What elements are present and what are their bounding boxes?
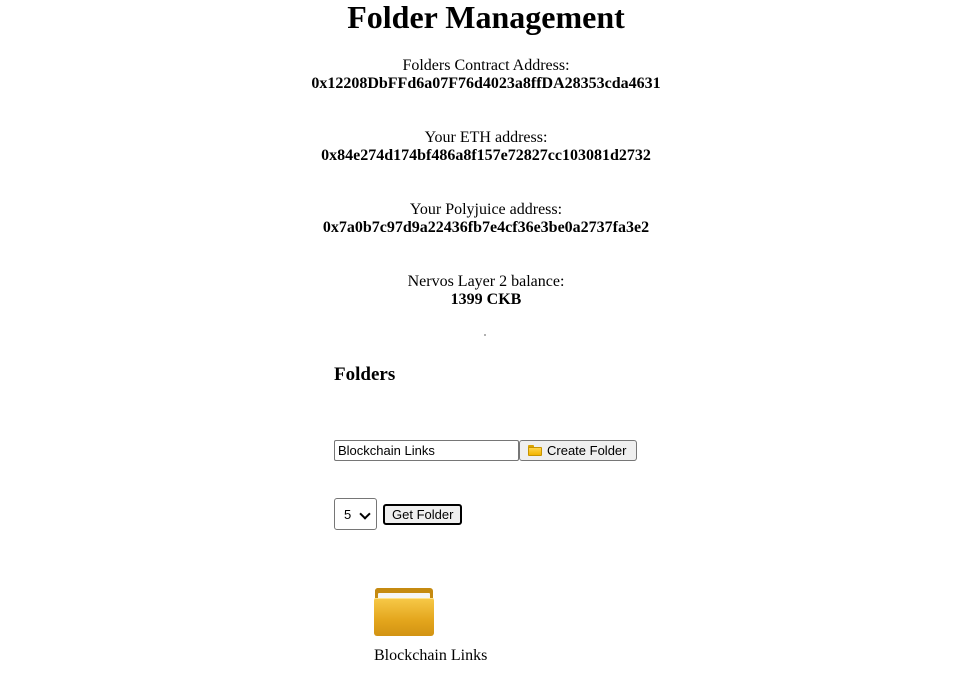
get-folder-button[interactable]: Get Folder	[383, 503, 463, 525]
balance-block: Nervos Layer 2 balance: 1399 CKB	[0, 273, 972, 309]
divider-dot	[484, 334, 486, 336]
polyjuice-address-label: Your Polyjuice address:	[409, 201, 563, 218]
eth-address-value: 0x84e274d174bf486a8f157e72827cc103081d27…	[321, 147, 651, 164]
chevron-down-icon	[359, 508, 371, 520]
folder-icon	[528, 445, 542, 456]
folder-id-selected-value: 5	[344, 506, 352, 522]
create-folder-label: Create Folder	[547, 443, 627, 458]
folder-id-select[interactable]: 5	[334, 498, 377, 530]
polyjuice-address-value: 0x7a0b7c97d9a22436fb7e4cf36e3be0a2737fa3…	[322, 219, 650, 236]
folders-heading: Folders	[334, 364, 396, 385]
balance-label: Nervos Layer 2 balance:	[407, 273, 565, 290]
get-folder-row: 5 Get Folder	[334, 498, 463, 530]
contract-address-block: Folders Contract Address: 0x12208DbFFd6a…	[0, 57, 972, 93]
eth-address-label: Your ETH address:	[424, 129, 548, 146]
create-folder-button[interactable]: Create Folder	[519, 440, 637, 461]
get-folder-label: Get Folder	[392, 506, 454, 522]
balance-value: 1399 CKB	[450, 291, 522, 308]
folder-name-input[interactable]: Blockchain Links	[334, 440, 519, 461]
page-title: Folder Management	[347, 0, 625, 35]
folder-icon	[374, 588, 434, 636]
create-folder-row: Blockchain Links Create Folder	[334, 440, 637, 461]
folder-item-name: Blockchain Links	[374, 647, 488, 664]
contract-address-label: Folders Contract Address:	[402, 57, 570, 74]
polyjuice-address-block: Your Polyjuice address: 0x7a0b7c97d9a224…	[0, 201, 972, 237]
folder-item[interactable]: Blockchain Links	[374, 588, 504, 664]
contract-address-value: 0x12208DbFFd6a07F76d4023a8ffDA28353cda46…	[311, 75, 661, 92]
eth-address-block: Your ETH address: 0x84e274d174bf486a8f15…	[0, 129, 972, 165]
